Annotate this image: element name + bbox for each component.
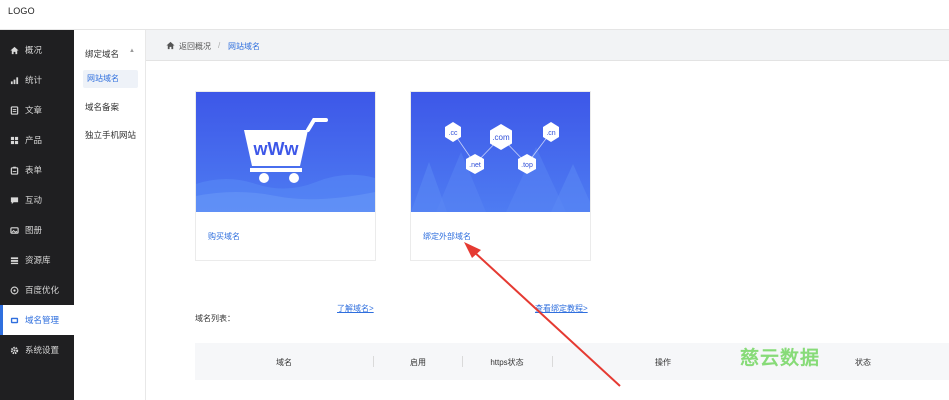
form-icon: [10, 166, 19, 175]
top-bar: LOGO: [0, 0, 949, 30]
sidebar-item-domain-management[interactable]: 域名管理: [0, 305, 74, 335]
article-icon: [10, 105, 19, 115]
column-header-actions: 操作: [655, 358, 671, 367]
shopping-cart-illustration: wWw: [196, 92, 375, 212]
column-divider: [552, 356, 553, 367]
sidebar-item-label: 域名管理: [25, 315, 60, 325]
sidebar-item-label: 概况: [25, 45, 43, 55]
home-icon: [166, 41, 175, 50]
domain-hexagons-illustration: .cc .com .cn .net .top: [411, 92, 590, 212]
hex-label-cc: .cc: [449, 130, 458, 137]
domain-icon: [10, 316, 19, 325]
sidebar-item-label: 资源库: [25, 255, 51, 265]
subnav-group-title[interactable]: 绑定域名: [85, 48, 119, 60]
subnav-item-site-domain[interactable]: 网站域名: [83, 70, 138, 88]
breadcrumb-current: 网站域名: [228, 42, 260, 51]
seo-icon: [10, 286, 19, 295]
column-header-status: 状态: [855, 358, 871, 367]
learn-domain-link[interactable]: 了解域名>: [337, 303, 374, 314]
column-divider: [373, 356, 374, 367]
watermark: 慈云数据: [740, 348, 821, 369]
bind-external-domain-card[interactable]: .cc .com .cn .net .top 绑定外部域名: [410, 91, 591, 261]
sidebar-item-articles[interactable]: 文章: [0, 95, 74, 125]
buy-domain-card[interactable]: wWw 购买域名: [195, 91, 376, 261]
sidebar-item-stats[interactable]: 统计: [0, 65, 74, 95]
column-divider: [462, 356, 463, 367]
bind-external-domain-label: 绑定外部域名: [423, 232, 471, 241]
column-header-https: https状态: [490, 358, 524, 367]
hex-label-net: .net: [469, 162, 481, 169]
buy-domain-label: 购买域名: [208, 232, 240, 241]
subnav-item-mobile-site[interactable]: 独立手机网站: [85, 126, 140, 144]
breadcrumb-back-link[interactable]: 返回概况: [179, 41, 211, 52]
album-icon: [10, 226, 19, 235]
sidebar-item-products[interactable]: 产品: [0, 125, 74, 155]
breadcrumb-separator: /: [218, 41, 221, 50]
sidebar-item-label: 百度优化: [25, 285, 60, 295]
sidebar-item-seo[interactable]: 百度优化: [0, 275, 74, 305]
hex-label-top: .top: [521, 162, 533, 169]
svg-text:wWw: wWw: [253, 139, 300, 159]
breadcrumb: 返回概况 / 网站域名: [146, 30, 949, 61]
sidebar-item-resources[interactable]: 资源库: [0, 245, 74, 275]
sidebar-item-label: 产品: [25, 135, 43, 145]
domain-table-header: 域名 启用 https状态 操作 状态: [195, 343, 949, 380]
sidebar-item-label: 表单: [25, 165, 43, 175]
product-icon: [10, 136, 19, 145]
sidebar-item-album[interactable]: 图册: [0, 215, 74, 245]
hex-label-com: .com: [492, 133, 510, 142]
column-header-domain: 域名: [276, 358, 292, 367]
sidebar-item-forms[interactable]: 表单: [0, 155, 74, 185]
sidebar-item-label: 互动: [25, 195, 43, 205]
logo[interactable]: LOGO: [8, 6, 35, 16]
sidebar-item-label: 统计: [25, 75, 43, 85]
chart-icon: [10, 76, 19, 85]
hex-label-cn: .cn: [546, 130, 555, 137]
content-panel: wWw 购买域名 .cc .com .cn .net .top 绑定外部域名 了…: [146, 61, 949, 400]
binding-tutorial-link[interactable]: 查看绑定教程>: [535, 303, 588, 314]
chat-icon: [10, 196, 19, 205]
sidebar-item-interaction[interactable]: 互动: [0, 185, 74, 215]
sidebar-item-settings[interactable]: 系统设置: [0, 335, 74, 365]
main-area: 返回概况 / 网站域名 wWw 购买域名 .cc .com .cn .net .…: [146, 30, 949, 400]
sidebar-item-label: 系统设置: [25, 345, 60, 355]
domain-list-title: 域名列表：: [195, 314, 235, 323]
database-icon: [10, 256, 19, 265]
sub-navigation: 绑定域名 ▲ 网站域名 域名备案 独立手机网站: [74, 30, 146, 400]
column-header-enabled: 启用: [410, 358, 426, 367]
home-icon: [10, 46, 19, 55]
sidebar-item-label: 文章: [25, 105, 43, 115]
sidebar: 概况 统计 文章 产品 表单 互动 图册 资源库 百度优化 域名管理 系统设置: [0, 30, 74, 400]
subnav-item-domain-filing[interactable]: 域名备案: [85, 98, 140, 116]
sidebar-item-overview[interactable]: 概况: [0, 35, 74, 65]
gear-icon: [10, 346, 19, 355]
chevron-up-icon[interactable]: ▲: [129, 48, 135, 54]
sidebar-item-label: 图册: [25, 225, 43, 235]
